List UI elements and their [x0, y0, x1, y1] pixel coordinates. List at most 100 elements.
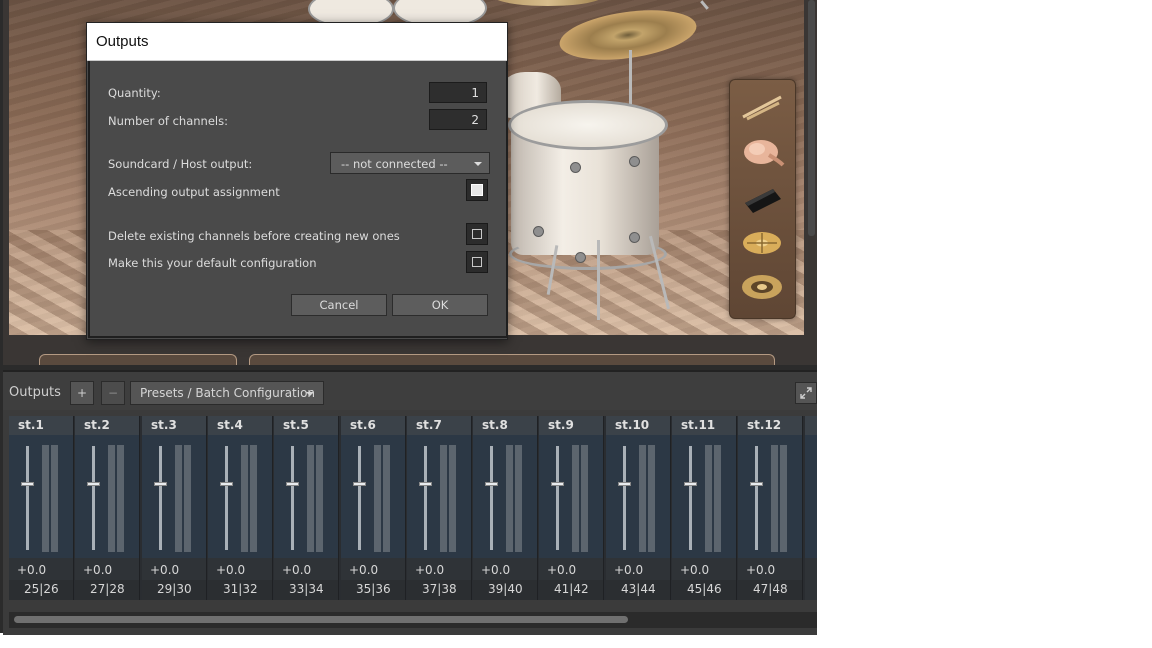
volume-readout[interactable]: +0.0 [208, 558, 272, 580]
scrollbar-thumb[interactable] [14, 616, 628, 623]
dialog-title: Outputs [96, 33, 149, 50]
channel-header[interactable]: st.2 [75, 416, 139, 435]
volume-value: +0.0 [415, 563, 445, 577]
volume-fader-track[interactable] [159, 446, 162, 550]
brush-icon[interactable] [738, 132, 786, 172]
volume-fader-handle[interactable] [21, 482, 34, 486]
delete-channels-checkbox[interactable] [466, 223, 488, 245]
volume-readout[interactable]: +0.0 [473, 558, 537, 580]
volume-readout[interactable]: +0.0 [274, 558, 338, 580]
horizontal-scrollbar[interactable] [9, 612, 817, 628]
hihat-icon[interactable] [738, 266, 786, 306]
volume-value: +0.0 [150, 563, 180, 577]
volume-fader-track[interactable] [556, 446, 559, 550]
volume-fader-handle[interactable] [485, 482, 498, 486]
level-meter-left [42, 445, 49, 552]
volume-fader-handle[interactable] [87, 482, 100, 486]
output-routing[interactable]: 37|38 [407, 580, 471, 600]
volume-fader-track[interactable] [623, 446, 626, 550]
expand-button[interactable] [795, 382, 817, 404]
output-routing[interactable]: 39|40 [473, 580, 537, 600]
channel-header[interactable]: st.12 [738, 416, 802, 435]
output-routing[interactable]: 31|32 [208, 580, 272, 600]
channel-header[interactable]: st.8 [473, 416, 537, 435]
channel-name: st.1 [18, 418, 44, 432]
volume-readout[interactable]: +0.0 [738, 558, 802, 580]
channel-header[interactable]: st.4 [208, 416, 272, 435]
quantity-field[interactable]: 1 [429, 82, 487, 103]
volume-fader-handle[interactable] [353, 482, 366, 486]
output-routing[interactable]: 25|26 [9, 580, 73, 600]
volume-fader-track[interactable] [755, 446, 758, 550]
volume-fader-handle[interactable] [220, 482, 233, 486]
ascending-checkbox[interactable] [466, 179, 488, 201]
fader-area [9, 435, 73, 558]
volume-readout[interactable]: +0.0 [142, 558, 206, 580]
output-routing[interactable]: 45|46 [672, 580, 736, 600]
output-routing[interactable]: 43|44 [606, 580, 670, 600]
volume-fader-handle[interactable] [618, 482, 631, 486]
drumsticks-icon[interactable] [738, 86, 786, 126]
volume-fader-track[interactable] [358, 446, 361, 550]
fader-area [539, 435, 603, 558]
instrument-tab-left[interactable] [39, 354, 237, 365]
cancel-button[interactable]: Cancel [291, 294, 387, 316]
dialog-titlebar[interactable]: Outputs [87, 23, 507, 61]
output-routing[interactable]: 41|42 [539, 580, 603, 600]
remove-output-button[interactable]: − [101, 381, 125, 405]
volume-fader-track[interactable] [490, 446, 493, 550]
channel-header[interactable]: st.7 [407, 416, 471, 435]
channel-header[interactable]: st.11 [672, 416, 736, 435]
level-meter-right [117, 445, 124, 552]
volume-fader-track[interactable] [689, 446, 692, 550]
level-meter-left [440, 445, 447, 552]
host-output-dropdown[interactable]: -- not connected -- [330, 152, 490, 174]
cowbell-icon[interactable] [738, 178, 786, 218]
channel-header[interactable]: st.3 [142, 416, 206, 435]
instrument-tab-right[interactable] [249, 354, 775, 365]
volume-fader-handle[interactable] [684, 482, 697, 486]
channels-field[interactable]: 2 [429, 109, 487, 130]
volume-readout[interactable]: +0.0 [672, 558, 736, 580]
volume-fader-handle[interactable] [750, 482, 763, 486]
output-channel-strip: st.11 +0.0 45|46 [672, 416, 737, 600]
volume-fader-handle[interactable] [286, 482, 299, 486]
output-routing[interactable]: 47|48 [738, 580, 802, 600]
channel-name: st.2 [84, 418, 110, 432]
host-output-value: -- not connected -- [341, 157, 448, 171]
instrument-scrollbar[interactable] [808, 0, 815, 236]
volume-fader-handle[interactable] [419, 482, 432, 486]
channel-header[interactable]: st.5 [274, 416, 338, 435]
volume-readout[interactable]: +0.0 [9, 558, 73, 580]
output-channel-strip: st.10 +0.0 43|44 [606, 416, 671, 600]
channel-header[interactable]: st.1 [9, 416, 73, 435]
output-channel-strip: st.12 +0.0 47|48 [738, 416, 803, 600]
volume-fader-track[interactable] [92, 446, 95, 550]
channel-name: st.9 [548, 418, 574, 432]
volume-readout[interactable]: +0.0 [75, 558, 139, 580]
channel-header[interactable]: st.9 [539, 416, 603, 435]
ok-button[interactable]: OK [392, 294, 488, 316]
output-routing[interactable]: 29|30 [142, 580, 206, 600]
output-routing[interactable]: 33|34 [274, 580, 338, 600]
output-routing[interactable]: 35|36 [341, 580, 405, 600]
volume-fader-handle[interactable] [154, 482, 167, 486]
volume-fader-handle[interactable] [551, 482, 564, 486]
output-routing[interactable]: 27|28 [75, 580, 139, 600]
volume-fader-track[interactable] [26, 446, 29, 550]
volume-readout[interactable]: +0.0 [606, 558, 670, 580]
volume-readout[interactable]: +0.0 [539, 558, 603, 580]
default-config-checkbox[interactable] [466, 251, 488, 273]
volume-fader-track[interactable] [291, 446, 294, 550]
volume-readout[interactable]: +0.0 [407, 558, 471, 580]
volume-readout[interactable]: +0.0 [341, 558, 405, 580]
channel-header[interactable]: st.10 [606, 416, 670, 435]
output-channel-strip: st.8 +0.0 39|40 [473, 416, 538, 600]
volume-fader-track[interactable] [225, 446, 228, 550]
routing-value: 45|46 [687, 582, 722, 596]
volume-fader-track[interactable] [424, 446, 427, 550]
cymbal-stack-icon[interactable] [738, 222, 786, 262]
channel-header[interactable]: st.6 [341, 416, 405, 435]
add-output-button[interactable]: + [70, 381, 94, 405]
presets-dropdown[interactable]: Presets / Batch Configuration [130, 381, 324, 405]
